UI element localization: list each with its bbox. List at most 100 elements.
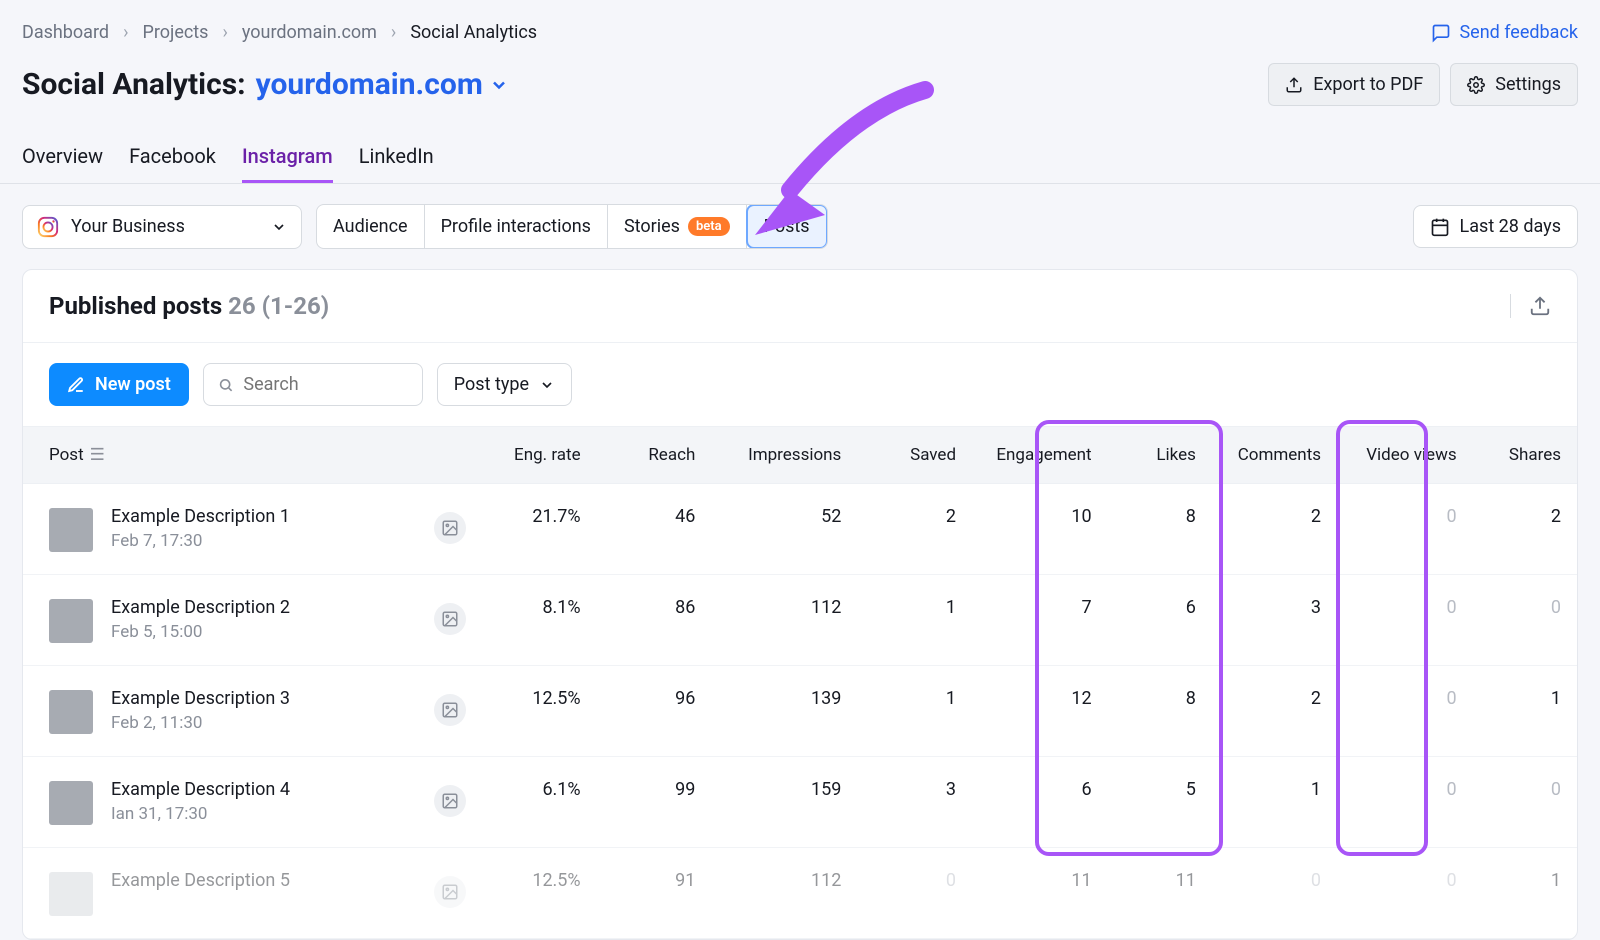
new-post-button[interactable]: New post: [49, 363, 189, 406]
search-icon: [218, 376, 234, 394]
chevron-down-icon: [271, 219, 287, 235]
settings-button[interactable]: Settings: [1450, 63, 1578, 106]
post-datetime: Ian 31, 17:30: [111, 804, 290, 824]
domain-select-label: yourdomain.com: [256, 67, 483, 102]
cell-reach: 99: [597, 757, 712, 848]
cell-shares: 0: [1473, 757, 1577, 848]
breadcrumb-dashboard[interactable]: Dashboard: [22, 22, 109, 43]
image-post-icon: [434, 694, 466, 726]
feedback-icon: [1431, 23, 1451, 43]
cell-reach: 46: [597, 484, 712, 575]
cell-likes: 8: [1108, 484, 1212, 575]
cell-video-views: 0: [1337, 848, 1473, 939]
subtab-profile-interactions[interactable]: Profile interactions: [425, 205, 608, 248]
date-range-label: Last 28 days: [1460, 216, 1561, 237]
post-datetime: Feb 2, 11:30: [111, 713, 290, 733]
cell-reach: 96: [597, 666, 712, 757]
export-pdf-button[interactable]: Export to PDF: [1268, 63, 1440, 106]
chevron-down-icon: [489, 75, 509, 95]
image-post-icon: [434, 603, 466, 635]
tab-instagram[interactable]: Instagram: [242, 144, 333, 183]
search-input[interactable]: [243, 364, 407, 405]
cell-saved: 2: [857, 484, 972, 575]
chevron-down-icon: [539, 377, 555, 393]
col-shares[interactable]: Shares: [1473, 427, 1577, 484]
beta-badge: beta: [688, 217, 730, 236]
post-description: Example Description 2: [111, 597, 290, 618]
col-eng-rate[interactable]: Eng. rate: [482, 427, 597, 484]
cell-eng-rate: 6.1%: [482, 757, 597, 848]
cell-video-views: 0: [1337, 757, 1473, 848]
col-likes[interactable]: Likes: [1108, 427, 1212, 484]
table-row[interactable]: Example Description 1 Feb 7, 17:30 21.7%…: [23, 484, 1577, 575]
account-select[interactable]: Your Business: [22, 205, 302, 249]
cell-shares: 1: [1473, 848, 1577, 939]
image-post-icon: [434, 512, 466, 544]
cell-reach: 86: [597, 575, 712, 666]
chevron-right-icon: ›: [222, 22, 227, 43]
post-datetime: Feb 5, 15:00: [111, 622, 290, 642]
domain-select[interactable]: yourdomain.com: [256, 67, 509, 102]
post-thumbnail: [49, 690, 93, 734]
breadcrumb-domain[interactable]: yourdomain.com: [242, 22, 377, 43]
cell-video-views: 0: [1337, 575, 1473, 666]
cell-reach: 91: [597, 848, 712, 939]
image-post-icon: [434, 785, 466, 817]
export-pdf-label: Export to PDF: [1313, 74, 1423, 95]
post-thumbnail: [49, 599, 93, 643]
tab-linkedin[interactable]: LinkedIn: [359, 144, 434, 183]
chevron-right-icon: ›: [123, 22, 128, 43]
cell-shares: 2: [1473, 484, 1577, 575]
tab-facebook[interactable]: Facebook: [129, 144, 216, 183]
cell-engagement: 10: [972, 484, 1108, 575]
cell-likes: 5: [1108, 757, 1212, 848]
subtab-posts[interactable]: Posts: [746, 204, 828, 249]
export-icon[interactable]: [1529, 295, 1551, 317]
col-post[interactable]: Post☰: [23, 427, 482, 484]
table-row[interactable]: Example Description 4 Ian 31, 17:30 6.1%…: [23, 757, 1577, 848]
cell-likes: 11: [1108, 848, 1212, 939]
account-label: Your Business: [71, 216, 185, 237]
breadcrumb-projects[interactable]: Projects: [142, 22, 208, 43]
table-row[interactable]: Example Description 5 12.5% 91 112 0 11 …: [23, 848, 1577, 939]
col-comments[interactable]: Comments: [1212, 427, 1337, 484]
upload-icon: [1285, 76, 1303, 94]
cell-comments: 3: [1212, 575, 1337, 666]
cell-engagement: 11: [972, 848, 1108, 939]
subtab-stories[interactable]: Stories beta: [608, 205, 747, 248]
calendar-icon: [1430, 217, 1450, 237]
breadcrumb-current: Social Analytics: [410, 22, 537, 43]
col-reach[interactable]: Reach: [597, 427, 712, 484]
cell-saved: 1: [857, 575, 972, 666]
search-box[interactable]: [203, 363, 423, 406]
send-feedback-label: Send feedback: [1459, 22, 1578, 43]
col-impressions[interactable]: Impressions: [711, 427, 857, 484]
cell-comments: 1: [1212, 757, 1337, 848]
posts-card: Published posts 26 (1-26) New post Post …: [22, 269, 1578, 940]
card-title-text: Published posts: [49, 292, 222, 320]
cell-eng-rate: 8.1%: [482, 575, 597, 666]
pencil-icon: [67, 376, 85, 394]
settings-label: Settings: [1495, 74, 1561, 95]
post-thumbnail: [49, 781, 93, 825]
cell-video-views: 0: [1337, 484, 1473, 575]
tab-overview[interactable]: Overview: [22, 144, 103, 183]
col-video-views[interactable]: Video views: [1337, 427, 1473, 484]
cell-impressions: 112: [711, 575, 857, 666]
date-range-select[interactable]: Last 28 days: [1413, 205, 1578, 248]
gear-icon: [1467, 76, 1485, 94]
table-row[interactable]: Example Description 3 Feb 2, 11:30 12.5%…: [23, 666, 1577, 757]
col-engagement[interactable]: Engagement: [972, 427, 1108, 484]
divider: [1510, 294, 1511, 318]
table-row[interactable]: Example Description 2 Feb 5, 15:00 8.1% …: [23, 575, 1577, 666]
page-title: Social Analytics:: [22, 67, 246, 102]
card-toolbar: New post Post type: [23, 343, 1577, 426]
send-feedback-link[interactable]: Send feedback: [1431, 22, 1578, 43]
col-saved[interactable]: Saved: [857, 427, 972, 484]
card-count: 26 (1-26): [228, 292, 329, 320]
post-thumbnail: [49, 872, 93, 916]
subtab-audience[interactable]: Audience: [317, 205, 425, 248]
post-type-filter[interactable]: Post type: [437, 363, 572, 406]
cell-eng-rate: 12.5%: [482, 666, 597, 757]
cell-comments: 2: [1212, 666, 1337, 757]
